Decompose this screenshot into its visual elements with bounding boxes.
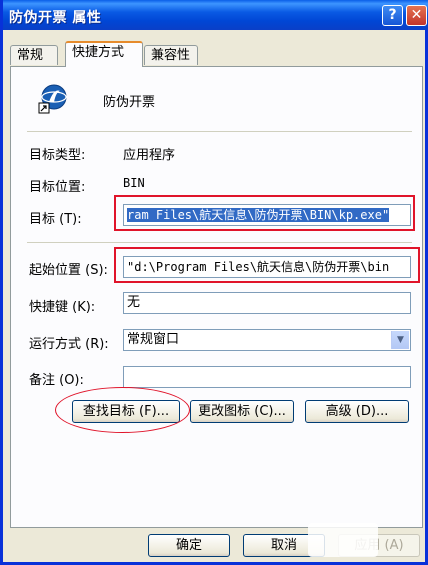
- find-target-button[interactable]: 查找目标 (F)...: [72, 400, 180, 423]
- target-input-text: ram Files\航天信息\防伪开票\BIN\kp.exe": [127, 208, 390, 222]
- window-title: 防伪开票 属性: [9, 10, 102, 26]
- watermark-overlay: [308, 523, 378, 557]
- target-input[interactable]: ram Files\航天信息\防伪开票\BIN\kp.exe": [123, 204, 411, 226]
- ok-button[interactable]: 确定: [148, 534, 230, 557]
- hotkey-label: 快捷键 (K):: [29, 300, 96, 315]
- shortcut-name: 防伪开票: [103, 95, 156, 110]
- tab-general[interactable]: 常规: [10, 45, 58, 65]
- properties-dialog: 防伪开票 属性 ? ✕ 常规 快捷方式 兼容性 防伪开票 目标类型: 应用程序 …: [0, 0, 428, 565]
- start-in-label: 起始位置 (S):: [29, 263, 108, 278]
- app-icon: [38, 84, 67, 114]
- target-label: 目标 (T):: [29, 212, 82, 227]
- comment-label: 备注 (O):: [29, 373, 84, 388]
- run-select[interactable]: 常规窗口 ▼: [123, 329, 411, 351]
- divider: [27, 131, 412, 132]
- run-select-value: 常规窗口: [127, 332, 180, 347]
- hotkey-input[interactable]: 无: [123, 292, 411, 314]
- tab-shortcut[interactable]: 快捷方式: [65, 41, 143, 67]
- advanced-button[interactable]: 高级 (D)...: [305, 400, 409, 423]
- target-location-label: 目标位置:: [29, 180, 86, 195]
- title-bar[interactable]: 防伪开票 属性 ? ✕: [3, 0, 428, 30]
- tab-compatibility[interactable]: 兼容性: [144, 45, 198, 65]
- start-in-input[interactable]: "d:\Program Files\航天信息\防伪开票\bin: [123, 256, 411, 278]
- help-button[interactable]: ?: [382, 5, 403, 26]
- chevron-down-icon[interactable]: ▼: [391, 331, 409, 349]
- run-label: 运行方式 (R):: [29, 337, 109, 352]
- divider: [27, 242, 412, 243]
- close-button[interactable]: ✕: [406, 5, 427, 26]
- change-icon-button[interactable]: 更改图标 (C)...: [190, 400, 294, 423]
- comment-input[interactable]: [123, 366, 411, 388]
- target-type-label: 目标类型:: [29, 148, 86, 163]
- target-location-value: BIN: [123, 176, 145, 190]
- target-type-value: 应用程序: [123, 148, 176, 163]
